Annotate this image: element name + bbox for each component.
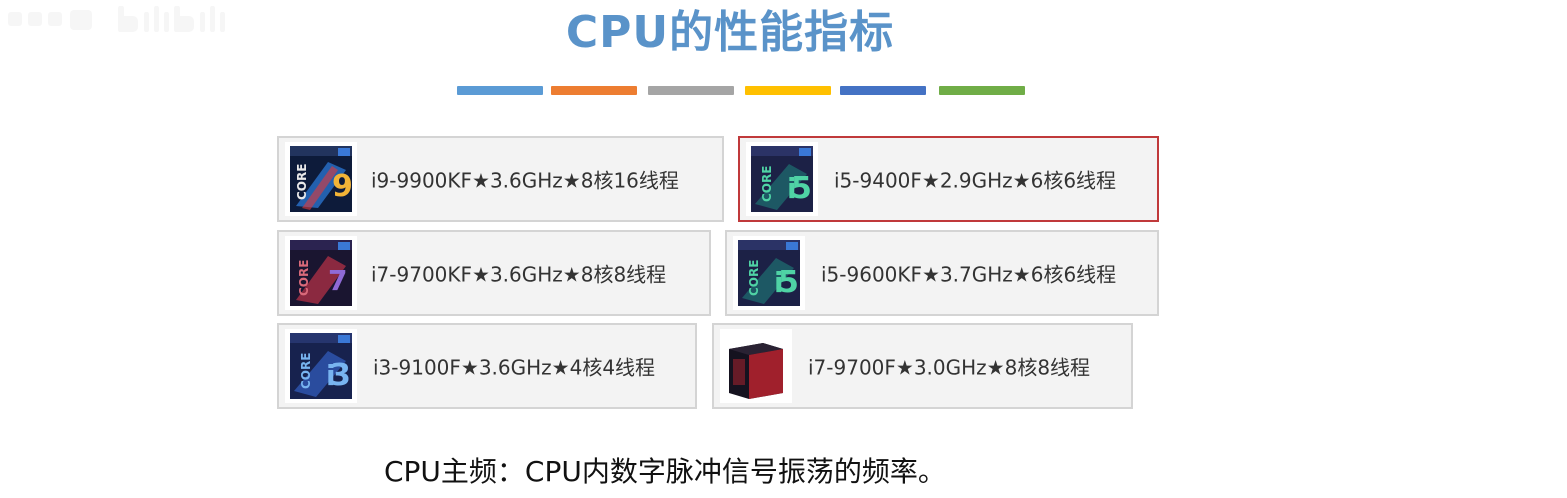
- intel-core-i9-box-icon: 9 CORE: [285, 142, 357, 216]
- svg-text:CORE: CORE: [760, 166, 774, 202]
- slide: CPU的性能指标 9 CORE i9-9900KF★3.6GHz★8核16线程: [0, 0, 1567, 498]
- svg-text:7: 7: [328, 264, 347, 297]
- svg-text:CORE: CORE: [297, 260, 311, 296]
- cpu-card-i3-9100f[interactable]: 3 i CORE i3-9100F★3.6GHz★4核4线程: [277, 323, 697, 409]
- cpu-card-i7-9700f[interactable]: i7-9700F★3.0GHz★8核8线程: [712, 323, 1133, 409]
- svg-text:i: i: [326, 359, 336, 392]
- accent-bar-gray: [648, 86, 734, 95]
- intel-core-i3-box-icon: 3 i CORE: [285, 329, 357, 403]
- intel-core-i5-box-icon: 5 i CORE: [746, 142, 818, 216]
- svg-text:CORE: CORE: [299, 353, 313, 389]
- cpu-card-i5-9600kf[interactable]: 5 i CORE i5-9600KF★3.7GHz★6核6线程: [725, 230, 1159, 316]
- svg-text:CORE: CORE: [747, 260, 761, 296]
- slide-title: CPU的性能指标: [565, 7, 895, 58]
- accent-bar-blue: [457, 86, 543, 95]
- accent-bar-yellow: [745, 86, 831, 95]
- cpu-card-label: i5-9600KF★3.7GHz★6核6线程: [821, 262, 1117, 287]
- cpu-card-label: i7-9700KF★3.6GHz★8核8线程: [371, 262, 667, 287]
- svg-text:9: 9: [332, 169, 353, 204]
- intel-core-i7-box-icon: 7 CORE: [285, 236, 357, 310]
- cpu-card-i5-9400f[interactable]: 5 i CORE i5-9400F★2.9GHz★6核6线程: [738, 136, 1159, 222]
- intel-core-i5-box-icon: 5 i CORE: [733, 236, 805, 310]
- cpu-card-i7-9700kf[interactable]: 7 CORE i7-9700KF★3.6GHz★8核8线程: [277, 230, 711, 316]
- intel-core-i7-box-icon: [720, 329, 792, 403]
- svg-text:CORE: CORE: [295, 164, 309, 200]
- accent-bar-darkblue: [840, 86, 926, 95]
- svg-text:i: i: [787, 172, 797, 205]
- cpu-frequency-definition: CPU主频：CPU内数字脉冲信号振荡的频率。: [384, 455, 946, 488]
- cpu-card-label: i7-9700F★3.0GHz★8核8线程: [808, 355, 1091, 380]
- cpu-card-i9-9900kf[interactable]: 9 CORE i9-9900KF★3.6GHz★8核16线程: [277, 136, 724, 222]
- cpu-card-label: i9-9900KF★3.6GHz★8核16线程: [371, 168, 679, 193]
- accent-bar-orange: [551, 86, 637, 95]
- cpu-card-label: i5-9400F★2.9GHz★6核6线程: [834, 168, 1117, 193]
- cpu-card-label: i3-9100F★3.6GHz★4核4线程: [373, 355, 656, 380]
- svg-text:i: i: [774, 266, 784, 299]
- accent-bar-green: [939, 86, 1025, 95]
